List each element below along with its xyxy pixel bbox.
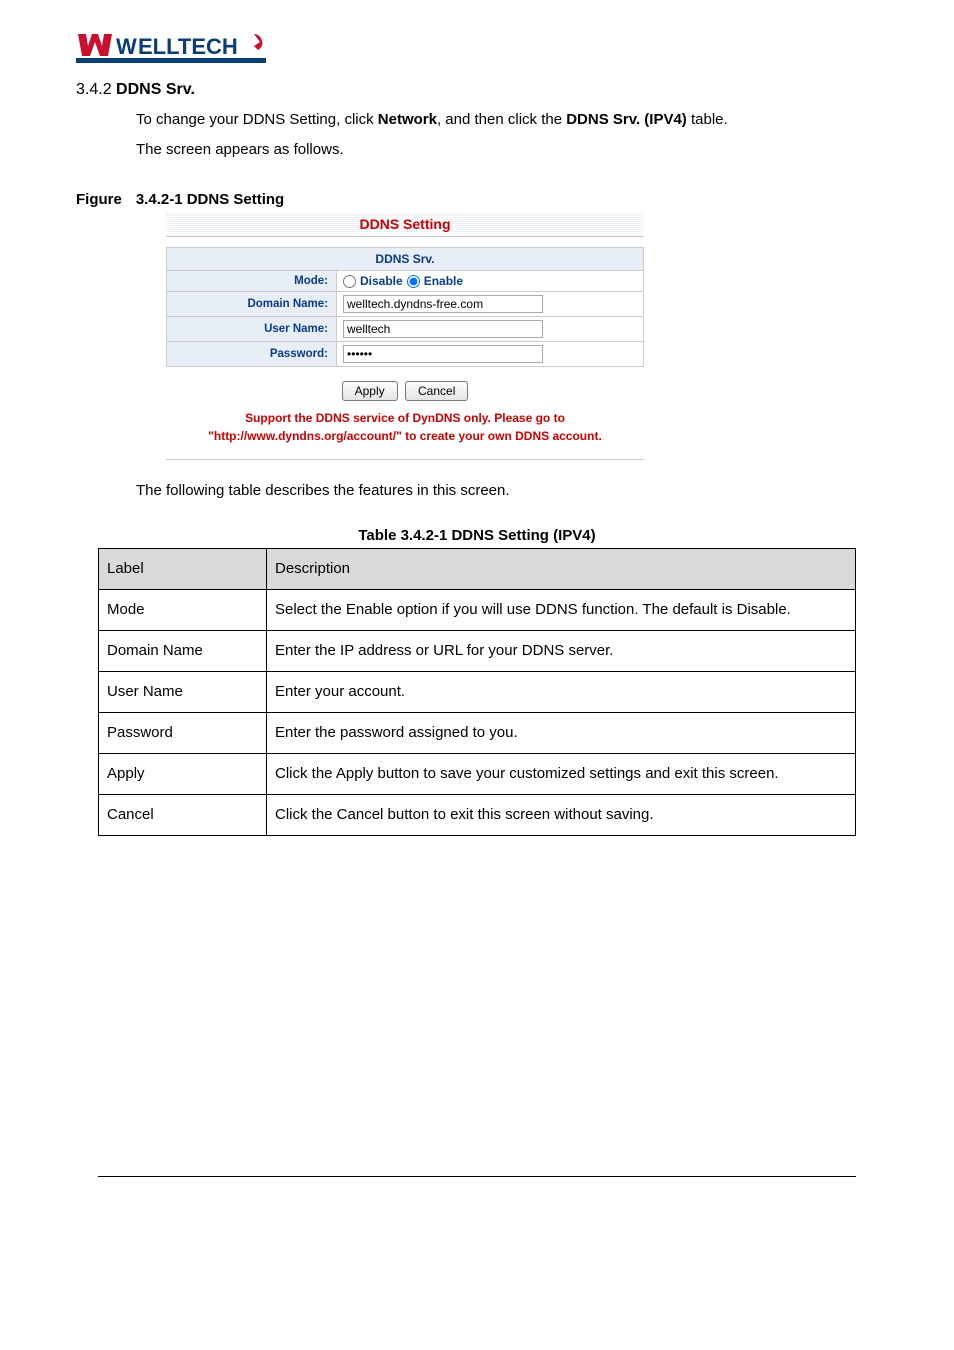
row-label: Cancel [99,795,267,836]
row-desc: Enter the IP address or URL for your DDN… [267,631,856,672]
row-label: Apply [99,754,267,795]
support-text: Support the DDNS service of DynDNS only.… [166,409,644,460]
welltech-logo: W ELLTECH [76,20,878,71]
mode-disable-text: Disable [360,274,403,288]
mode-label: Mode: [167,271,337,292]
ddns-heading: DDNS Setting [166,212,644,237]
intro-bold-network: Network [378,111,437,128]
section-number: 3.4.2 [76,81,112,98]
ddns-setting-panel: DDNS Setting DDNS Srv. Mode: Disable Ena… [166,212,644,460]
table-row: Apply Click the Apply button to save you… [99,754,856,795]
intro-text-2: The screen appears as follows. [136,141,344,158]
section-heading: 3.4.2 DDNS Srv. [76,81,878,99]
description-line: The following table describes the featur… [136,482,878,499]
cancel-button[interactable]: Cancel [405,381,468,401]
pass-label: Password: [167,342,337,367]
row-label: Domain Name [99,631,267,672]
intro-bold-ddns: DDNS Srv. (IPV4) [566,111,687,128]
row-label: Password [99,713,267,754]
domain-label: Domain Name: [167,292,337,317]
figure-rest: 3.4.2-1 DDNS Setting [136,191,284,208]
row-desc: Click the Apply button to save your cust… [267,754,856,795]
th-desc: Description [267,549,856,590]
intro-text: To change your DDNS Setting, click [136,111,378,128]
apply-button[interactable]: Apply [342,381,398,401]
footer-rule [98,1176,856,1177]
mode-enable-text: Enable [424,274,463,288]
table-caption: Table 3.4.2-1 DDNS Setting (IPV4) [76,527,878,544]
domain-input[interactable] [343,295,543,313]
user-label: User Name: [167,317,337,342]
ddns-srv-header: DDNS Srv. [167,248,644,271]
row-desc: Click the Cancel button to exit this scr… [267,795,856,836]
table-row: Password Enter the password assigned to … [99,713,856,754]
row-label: Mode [99,590,267,631]
row-desc: Enter the password assigned to you. [267,713,856,754]
th-label: Label [99,549,267,590]
mode-disable-radio[interactable] [343,275,356,288]
mode-enable-radio[interactable] [407,275,420,288]
intro-text: table. [687,111,728,128]
intro-paragraph: To change your DDNS Setting, click Netwo… [136,105,878,165]
description-table: Label Description Mode Select the Enable… [98,548,856,836]
pass-input[interactable] [343,345,543,363]
row-desc: Select the Enable option if you will use… [267,590,856,631]
logo-text-right: ELLTECH [138,34,238,59]
table-row: Mode Select the Enable option if you wil… [99,590,856,631]
ddns-table: DDNS Srv. Mode: Disable Enable Domain Na… [166,247,644,367]
table-row: User Name Enter your account. [99,672,856,713]
button-row: Apply Cancel [166,367,644,409]
figure-caption: Figure 3.4.2-1 DDNS Setting [76,191,878,208]
table-row: Domain Name Enter the IP address or URL … [99,631,856,672]
row-label: User Name [99,672,267,713]
user-input[interactable] [343,320,543,338]
section-title: DDNS Srv. [116,81,195,98]
intro-text: , and then click the [437,111,566,128]
figure-prefix: Figure [76,191,122,208]
logo-text-left: W [116,34,137,59]
table-row: Cancel Click the Cancel button to exit t… [99,795,856,836]
row-desc: Enter your account. [267,672,856,713]
